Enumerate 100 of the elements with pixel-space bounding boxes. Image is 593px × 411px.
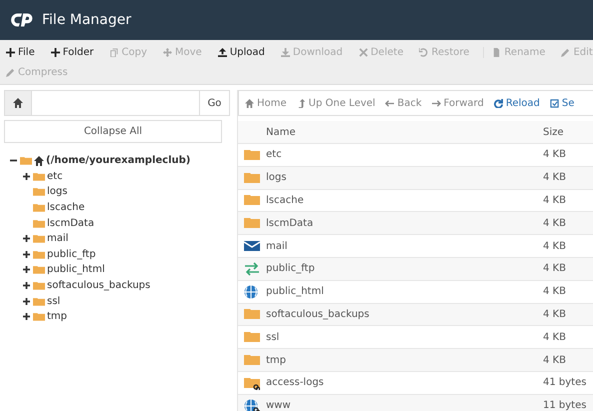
file-size: 41 bytes xyxy=(543,377,588,388)
refresh-icon xyxy=(494,98,503,108)
tree-item[interactable]: tmp xyxy=(47,311,68,322)
expander-icon[interactable] xyxy=(23,266,31,274)
path-field[interactable]: Go xyxy=(4,90,230,116)
file-size: 4 KB xyxy=(543,263,567,274)
file-name[interactable]: lscache xyxy=(266,194,543,206)
file-size: 4 KB xyxy=(543,286,567,298)
file-name[interactable]: ssl xyxy=(266,332,543,343)
folder-icon xyxy=(33,281,45,290)
folder-icon xyxy=(33,312,45,322)
folder-icon xyxy=(33,296,45,306)
move-icon xyxy=(163,48,172,56)
tree-item[interactable]: mail xyxy=(47,233,68,244)
tree-item[interactable]: ssl xyxy=(47,296,60,307)
expander-icon[interactable] xyxy=(23,235,31,242)
tree-item[interactable]: lscache xyxy=(47,202,85,214)
file-name[interactable]: mail xyxy=(266,240,543,252)
folder-icon xyxy=(20,156,32,166)
tree-item[interactable]: public_ftp xyxy=(47,248,96,260)
home-icon xyxy=(13,98,23,108)
column-header[interactable]: Name xyxy=(266,126,543,138)
collapse-all-button[interactable]: Collapse All xyxy=(4,120,222,143)
checkbox-icon xyxy=(550,98,559,108)
undo-icon xyxy=(419,48,428,56)
file-size: 4 KB xyxy=(543,308,567,320)
tree-item[interactable]: etc xyxy=(47,170,63,182)
nav-button[interactable]: Home xyxy=(245,98,287,108)
home-button[interactable] xyxy=(5,91,32,115)
nav-button[interactable]: Forward xyxy=(432,98,484,108)
arrow-up-icon xyxy=(296,98,306,108)
upload-icon xyxy=(218,48,227,56)
document-icon xyxy=(492,48,502,56)
expander-icon[interactable] xyxy=(10,157,18,164)
folder-icon xyxy=(244,170,260,185)
expander-icon[interactable] xyxy=(23,298,31,305)
folder-icon xyxy=(33,172,45,181)
file-name[interactable]: softaculous_backups xyxy=(266,308,543,320)
folder-icon xyxy=(244,216,260,230)
folder-icon xyxy=(244,353,260,368)
folder-icon xyxy=(33,265,45,274)
file-name[interactable]: lscmData xyxy=(266,218,543,229)
download-icon xyxy=(280,48,290,56)
arrows-icon xyxy=(244,262,260,276)
tree-item[interactable]: softaculous_backups xyxy=(47,280,150,292)
expander-icon[interactable] xyxy=(23,313,31,320)
plus-icon xyxy=(50,48,60,56)
expander-icon[interactable] xyxy=(23,250,31,258)
file-size: 4 KB xyxy=(543,149,567,160)
pencil-icon xyxy=(6,68,15,76)
file-size: 4 KB xyxy=(543,332,567,343)
file-size: 4 KB xyxy=(543,172,567,184)
folder-link-icon xyxy=(244,376,260,390)
folder-icon xyxy=(244,307,260,322)
pencil-icon xyxy=(561,48,570,56)
globe-icon xyxy=(244,284,260,299)
tree-item[interactable]: lscmData xyxy=(47,218,94,229)
column-header[interactable]: Size xyxy=(543,126,593,138)
envelope-icon xyxy=(244,239,260,254)
logo-icon xyxy=(10,12,34,28)
file-size: 4 KB xyxy=(543,194,567,206)
file-name[interactable]: public_ftp xyxy=(266,263,543,274)
folder-icon xyxy=(33,218,45,228)
file-name[interactable]: tmp xyxy=(266,354,543,366)
file-name[interactable]: access-logs xyxy=(266,377,543,388)
toolbar-button[interactable]: Folder xyxy=(48,46,100,58)
file-size: 4 KB xyxy=(543,218,567,229)
file-size: 4 KB xyxy=(543,354,567,366)
folder-icon xyxy=(33,203,45,212)
folder-icon xyxy=(33,250,45,259)
window-title: File Manager xyxy=(42,12,132,28)
expander-icon[interactable] xyxy=(23,282,31,290)
file-size: 11 bytes xyxy=(543,400,588,411)
folder-icon xyxy=(244,193,260,208)
nav-button[interactable]: Reload xyxy=(494,98,540,108)
arrow-right-icon xyxy=(432,98,441,108)
folder-icon xyxy=(33,187,45,196)
arrow-left-icon xyxy=(385,98,394,108)
tree-item[interactable]: (/home/yourexampleclub) xyxy=(46,155,190,166)
toolbar-button[interactable]: Upload xyxy=(216,46,271,58)
home-icon xyxy=(245,98,254,108)
file-name[interactable]: public_html xyxy=(266,286,543,298)
nav-button[interactable]: Up One Level xyxy=(296,98,376,108)
file-name[interactable]: etc xyxy=(266,149,543,160)
plus-icon xyxy=(6,48,15,56)
nav-button[interactable]: Se xyxy=(550,98,574,108)
toolbar-button[interactable]: File xyxy=(4,46,41,58)
expander-icon[interactable] xyxy=(23,172,31,180)
folder-icon xyxy=(244,330,260,344)
home-icon xyxy=(34,156,44,166)
tree-item[interactable]: public_html xyxy=(47,264,105,276)
close-icon xyxy=(358,48,368,56)
file-name[interactable]: logs xyxy=(266,172,543,184)
folder-icon xyxy=(244,148,260,162)
file-name[interactable]: www xyxy=(266,400,543,411)
file-size: 4 KB xyxy=(543,240,567,252)
tree-item[interactable]: logs xyxy=(47,186,68,198)
nav-button[interactable]: Back xyxy=(385,98,422,108)
folder-icon xyxy=(33,234,45,244)
copy-icon xyxy=(110,48,119,56)
